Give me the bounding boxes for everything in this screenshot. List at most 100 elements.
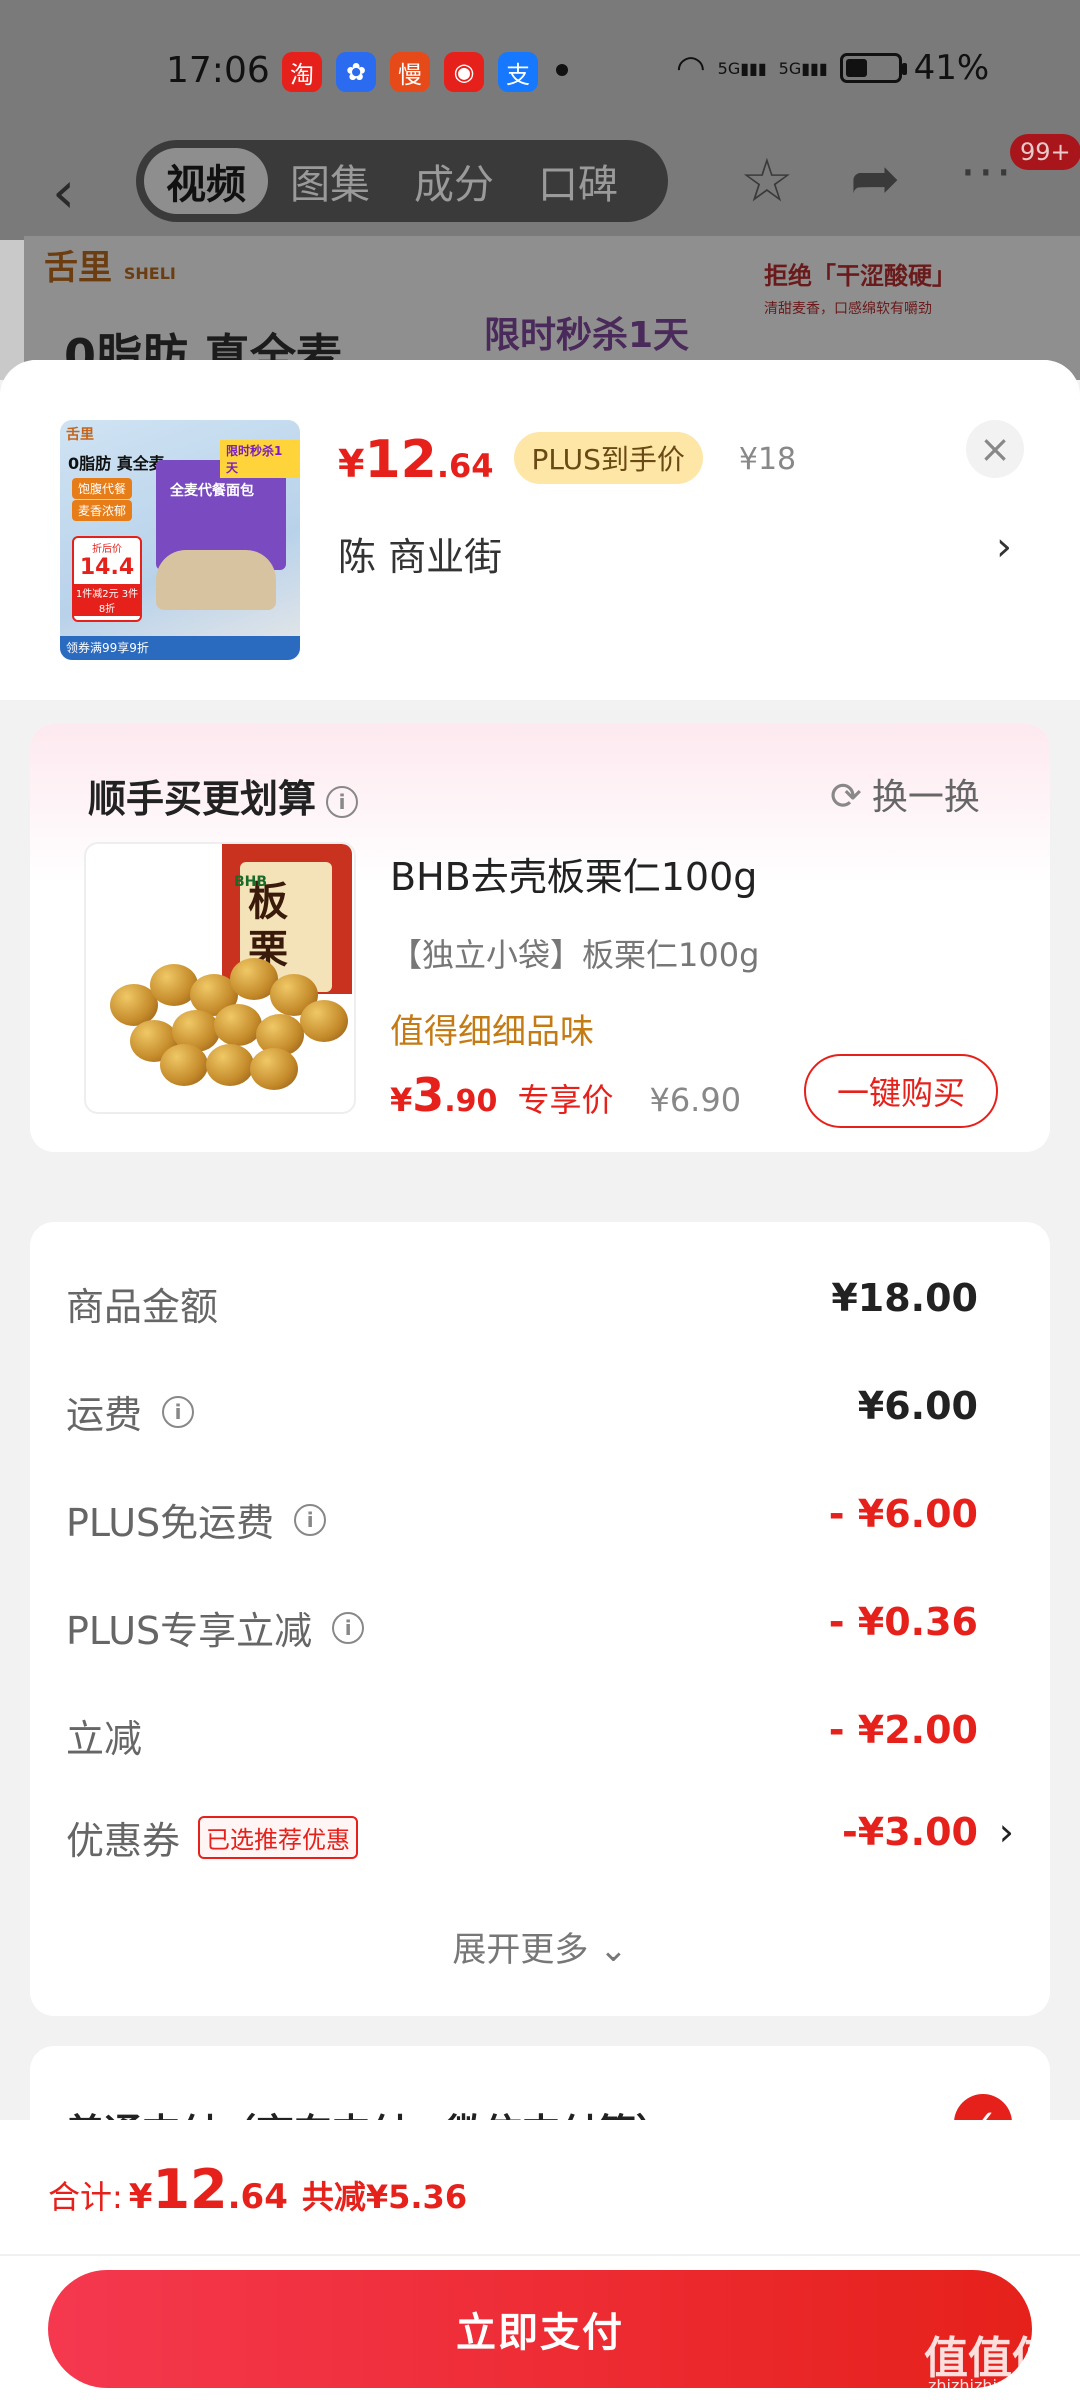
cost-row-coupon[interactable]: 优惠券 已选推荐优惠 -¥3.00 › [66,1810,1014,1870]
one-click-buy-button[interactable]: 一键购买 [804,1054,998,1128]
status-app-icons: 淘 ✿ 慢 ◉ 支 [282,52,538,92]
swap-button[interactable]: ⟳ 换一换 [830,768,980,820]
cost-row-goods: 商品金额 ¥18.00 [66,1276,1014,1336]
cost-value: - ¥2.00 [828,1708,978,1752]
chevron-right-icon[interactable]: › [996,524,1012,570]
total-label: 合计: [48,2178,123,2216]
product-banner: 舌里 SHELI 0脂肪 真全麦 限时秒杀1天 拒绝「干涩酸硬」 清甜麦香，口感绵… [24,236,1080,380]
taobao-icon: 淘 [282,52,322,92]
weibo-icon: ◉ [444,52,484,92]
background-page: 17:06 淘 ✿ 慢 ◉ 支 ◠ 5G▮▮▮ 5G▮▮▮ 41% ‹ 视频 图… [0,0,1080,380]
product-image: 舌里 0脂肪 真全麦 饱腹代餐 麦香浓郁 全麦代餐面包 限时秒杀1天 折后价 1… [60,420,300,660]
alipay-icon: 支 [498,52,538,92]
close-icon: × [979,427,1011,471]
currency-symbol: ¥ [338,442,365,486]
recommend-item-subtitle: 【独立小袋】板栗仁100g [390,936,760,974]
recommend-item-tagline: 值得细细品味 [390,1012,594,1052]
checkout-sheet: 舌里 0脂肪 真全麦 饱腹代餐 麦香浓郁 全麦代餐面包 限时秒杀1天 折后价 1… [0,360,1080,2400]
message-badge: 99+ [1010,134,1080,170]
info-icon[interactable]: i [326,785,359,818]
favorite-icon[interactable]: ☆ [740,146,794,216]
product-image-title: 0脂肪 真全麦 [68,454,165,473]
bottom-bar: 合计: ¥ 12 .64 共减¥5.36 立即支付 [0,2120,1080,2400]
product-image-sale: 限时秒杀1天 [220,440,300,478]
price-integer: 3 [412,1068,445,1122]
recommend-item-price: ¥ 3 .90 专享价 ¥6.90 [390,1068,741,1122]
product-image-price-value: 14.4 [79,555,135,580]
signal-icon-2: 5G▮▮▮ [778,58,828,78]
price-decimal: .64 [436,447,494,485]
tab-reviews[interactable]: 口碑 [516,148,640,214]
cost-label: 优惠券 已选推荐优惠 [66,1810,359,1865]
cost-row-plus-free-shipping: PLUS免运费 i - ¥6.00 [66,1492,1014,1552]
cost-value: - ¥6.00 [828,1492,978,1536]
info-icon[interactable]: i [162,1395,195,1428]
close-button[interactable]: × [966,420,1024,478]
sheet-header: 舌里 0脂肪 真全麦 饱腹代餐 麦香浓郁 全麦代餐面包 限时秒杀1天 折后价 1… [0,360,1080,700]
status-indicators: ◠ 5G▮▮▮ 5G▮▮▮ 41% [676,48,989,88]
wifi-icon: ◠ [676,48,706,88]
product-image-footer: 领券满99享9折 [60,636,300,660]
status-bar: 17:06 淘 ✿ 慢 ◉ 支 ◠ 5G▮▮▮ 5G▮▮▮ 41% [0,0,1080,140]
back-icon[interactable]: ‹ [52,158,75,226]
plus-price-badge: PLUS到手价 [513,432,703,484]
cost-breakdown-card: 商品金额 ¥18.00 运费 i ¥6.00 PLUS免运费 i - ¥6.00 P… [30,1222,1050,2016]
tab-ingredients[interactable]: 成分 [392,148,516,214]
pay-now-button[interactable]: 立即支付 [48,2270,1032,2388]
address-selector[interactable]: 陈 商业街 [338,526,502,581]
banner-right-text: 拒绝「干涩酸硬」 清甜麦香，口感绵软有嚼劲 [764,262,956,317]
price-decimal: .90 [444,1084,498,1119]
signal-icon: 5G▮▮▮ [717,58,767,78]
more-icon[interactable]: ··· [960,144,1014,202]
product-image-price-note: 1件减2元 3件8折 [74,584,140,616]
recommend-card: 顺手买更划算 i ⟳ 换一换 板栗 BHB BHB去壳板栗仁100g 【独立小袋】板… [30,724,1050,1152]
banner-sale: 限时秒杀1天 [484,315,690,356]
price-integer: 12 [364,430,437,490]
product-nav: ‹ 视频 图集 成分 口碑 ☆ ➦ ··· 99+ [0,134,1080,240]
product-price: ¥ 12 .64 PLUS到手价 ¥18 [338,430,796,492]
coupon-recommended-tag: 已选推荐优惠 [198,1816,359,1859]
product-image-tag: 麦香浓郁 [72,500,133,521]
manman-icon: 慢 [390,52,430,92]
info-icon[interactable]: i [332,1611,365,1644]
battery-percent: 41% [913,48,990,88]
bread-graphic [156,550,276,610]
cost-row-plus-discount: PLUS专享立减 i - ¥0.36 [66,1600,1014,1660]
original-price: ¥18 [738,442,797,477]
chestnut-pile-graphic [110,944,348,1094]
tab-gallery[interactable]: 图集 [268,148,392,214]
cost-label: PLUS免运费 i [66,1492,327,1547]
divider [0,2254,1080,2256]
media-tabs: 视频 图集 成分 口碑 [136,140,668,222]
chevron-right-icon[interactable]: › [999,1810,1014,1854]
battery-icon [839,53,907,83]
info-icon[interactable]: i [294,1503,327,1536]
original-price: ¥6.90 [649,1081,742,1119]
tab-video[interactable]: 视频 [144,148,268,214]
total-decimal: .64 [227,2177,288,2217]
cost-value: ¥6.00 [857,1384,978,1428]
status-time: 17:06 [166,50,270,91]
watermark-url: zhizhizhi.com [928,2376,1037,2395]
expand-more-button[interactable]: 展开更多 ⌄ [30,1922,1050,1971]
cost-label: 立减 [66,1717,143,1761]
share-icon[interactable]: ➦ [850,144,900,214]
exclusive-price-label: 专享价 [517,1081,614,1119]
product-image-price-label: 折后价 [92,544,122,555]
currency-symbol: ¥ [128,2177,153,2217]
total-integer: 12 [152,2158,228,2221]
battery-level [845,59,867,77]
product-image-tag: 饱腹代餐 [72,478,133,499]
cost-value: - ¥0.36 [828,1600,978,1644]
recommend-title: 顺手买更划算 i [88,768,359,823]
cost-label: 运费 i [66,1384,195,1439]
recommend-item-image[interactable]: 板栗 BHB [84,842,356,1114]
cost-label: PLUS专享立减 i [66,1600,365,1655]
banner-logo: 舌里 SHELI [44,248,176,288]
baidu-icon: ✿ [336,52,376,92]
total-summary: 合计: ¥ 12 .64 共减¥5.36 [48,2158,467,2221]
cost-value: ¥18.00 [831,1276,978,1320]
product-image-price: 折后价 14.4 1件减2元 3件8折 [72,536,142,622]
product-image-brand: 舌里 [66,427,94,443]
recommend-item-name[interactable]: BHB去壳板栗仁100g [390,846,757,901]
